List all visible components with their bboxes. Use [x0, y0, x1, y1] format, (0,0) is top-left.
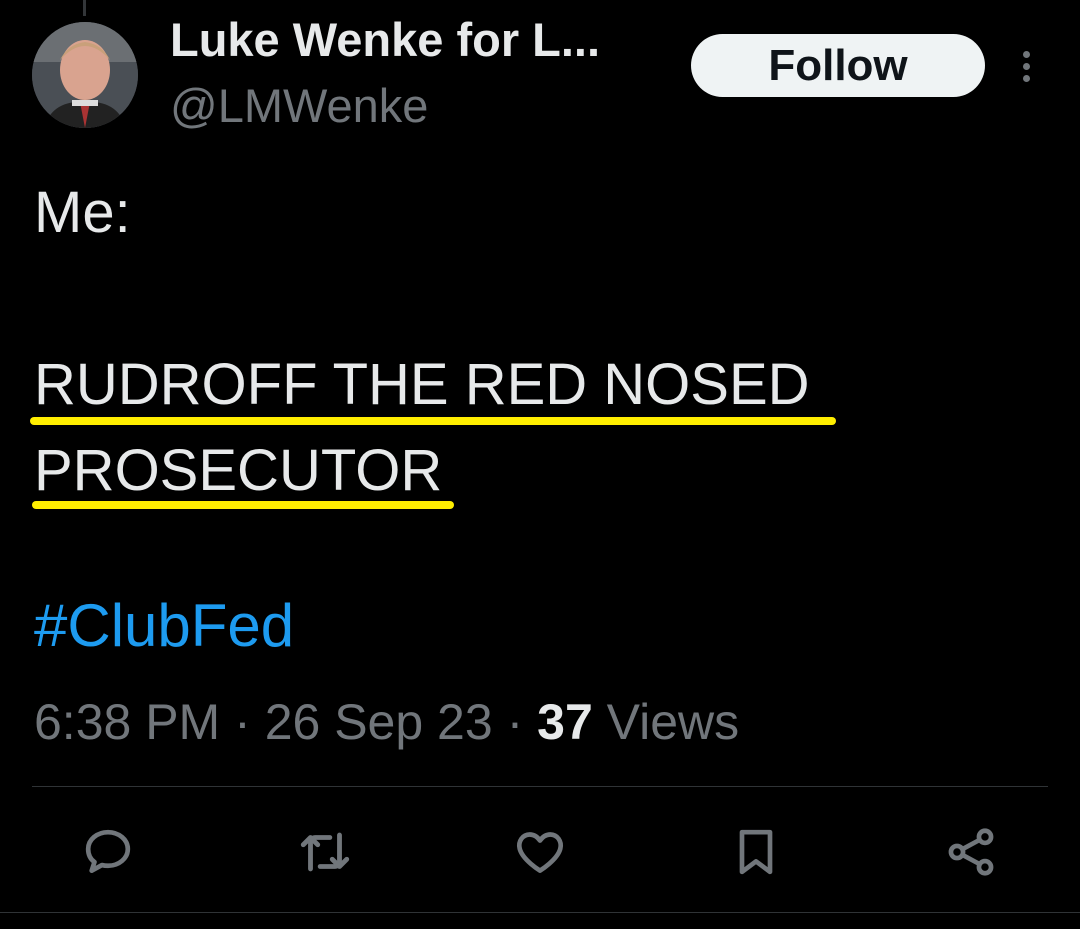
divider — [32, 786, 1048, 787]
bottom-divider — [0, 912, 1080, 913]
like-icon[interactable] — [510, 822, 570, 882]
more-dot — [1022, 50, 1030, 58]
meta-separator: · — [234, 694, 251, 750]
hashtag-link[interactable]: #ClubFed — [34, 590, 294, 662]
highlight-underline-1 — [30, 417, 836, 425]
more-dot — [1022, 62, 1030, 70]
retweet-icon[interactable] — [295, 822, 355, 882]
tweet-line-2-text: RUDROFF THE RED NOSED — [34, 352, 810, 417]
tweet-line-3-text: PROSECUTOR — [34, 438, 443, 503]
tweet-text: Me: RUDROFF THE RED NOSED PROSECUTOR — [30, 170, 1044, 514]
views-label[interactable]: Views — [607, 694, 739, 750]
avatar[interactable] — [32, 22, 138, 128]
more-options-icon[interactable] — [1010, 44, 1042, 88]
highlight-underline-2 — [32, 501, 454, 509]
views-count[interactable]: 37 — [537, 694, 593, 750]
reply-icon[interactable] — [78, 822, 138, 882]
more-dot — [1022, 74, 1030, 82]
thread-connector-line — [83, 0, 86, 16]
meta-separator: · — [506, 694, 524, 750]
tweet-screen: Luke Wenke for L... @LMWenke Follow Me: … — [0, 0, 1080, 929]
author-display-name[interactable]: Luke Wenke for L... — [170, 12, 670, 68]
bookmark-icon[interactable] — [726, 822, 786, 882]
author-info: Luke Wenke for L... @LMWenke — [170, 12, 670, 134]
share-icon[interactable] — [941, 822, 1001, 882]
tweet-line-1: Me: — [34, 180, 131, 245]
author-handle[interactable]: @LMWenke — [170, 78, 670, 134]
tweet-date[interactable]: 26 Sep 23 — [265, 694, 493, 750]
tweet-line-3: PROSECUTOR — [32, 428, 1044, 514]
tweet-meta: 6:38 PM · 26 Sep 23 · 37 Views — [34, 690, 739, 754]
tweet-line-2: RUDROFF THE RED NOSED — [30, 342, 1044, 428]
tweet-time[interactable]: 6:38 PM — [34, 694, 220, 750]
follow-button[interactable]: Follow — [691, 34, 985, 97]
